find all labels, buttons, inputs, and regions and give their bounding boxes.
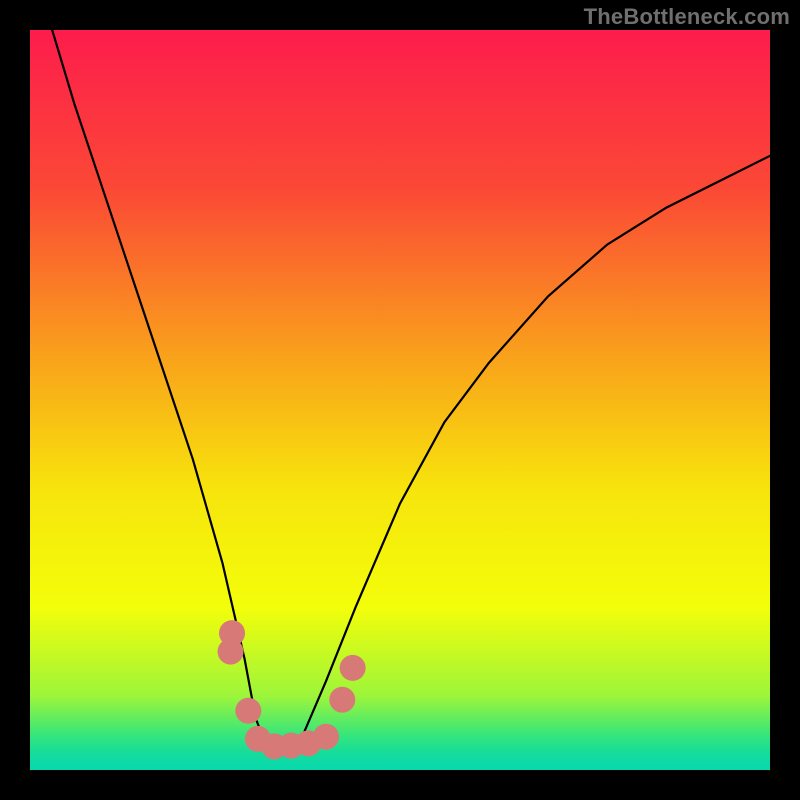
bottleneck-chart	[0, 0, 800, 800]
data-marker	[329, 687, 355, 713]
chart-frame: TheBottleneck.com	[0, 0, 800, 800]
plot-background	[30, 30, 770, 770]
data-marker	[235, 698, 261, 724]
data-marker	[340, 655, 366, 681]
data-marker	[218, 639, 244, 665]
data-marker	[313, 724, 339, 750]
watermark-text: TheBottleneck.com	[584, 4, 790, 30]
